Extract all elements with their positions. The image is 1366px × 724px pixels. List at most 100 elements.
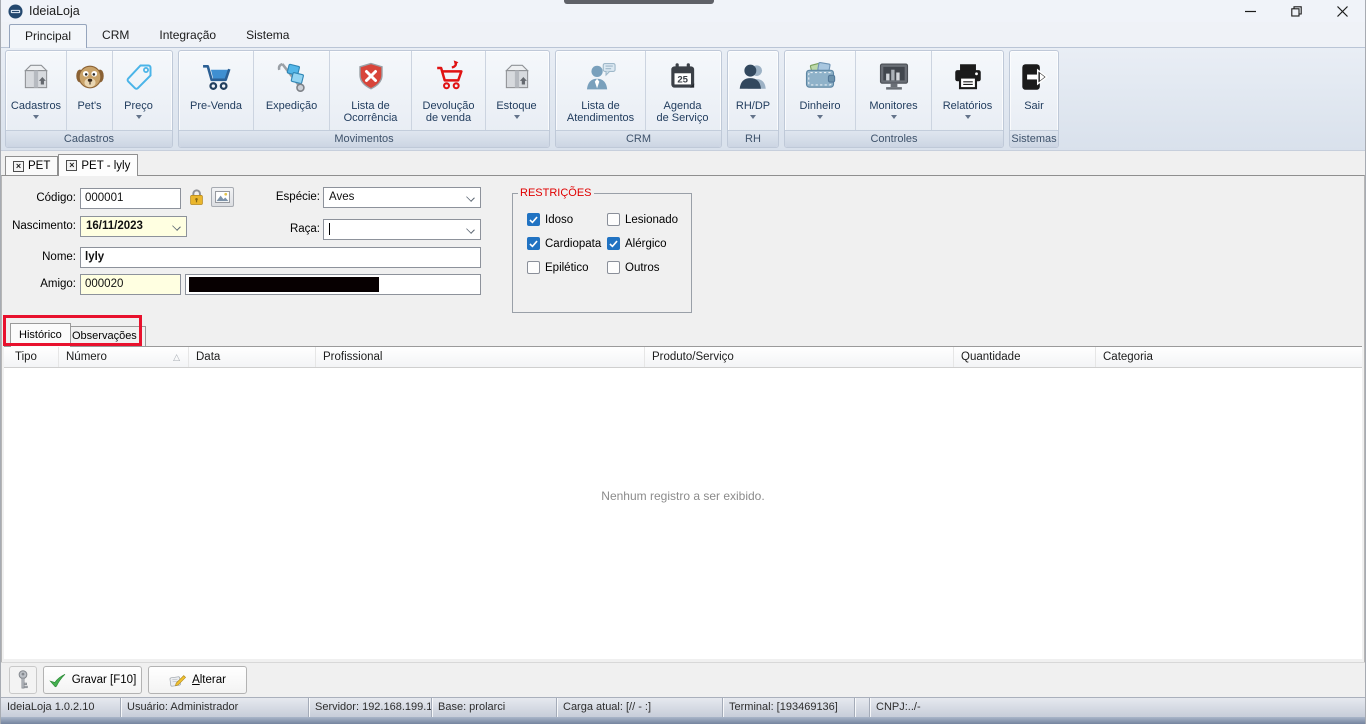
checkbox-box[interactable] <box>527 261 540 274</box>
alterar-button[interactable]: Alterar <box>148 666 247 694</box>
checkbox-box[interactable] <box>527 213 540 226</box>
doc-tab-pet[interactable]: × PET <box>5 156 58 175</box>
amigo-label: Amigo: <box>6 278 76 290</box>
column-header-produto-servico[interactable]: Produto/Serviço <box>645 347 954 367</box>
column-header-numero[interactable]: Número △ <box>59 347 189 367</box>
ribbon-group-label: Controles <box>785 130 1003 147</box>
ribbon-item-pre-venda[interactable]: Pre-Venda <box>179 51 253 130</box>
shield-x-icon <box>355 56 387 98</box>
shopping-cart-icon <box>198 56 234 98</box>
dropdown-arrow-icon <box>136 115 142 119</box>
status-terminal: Terminal: [193469136] <box>723 698 855 717</box>
monitor-chart-icon <box>876 56 912 98</box>
checkbox-epiletico[interactable]: Epilético <box>527 261 588 274</box>
ribbon-group-label: CRM <box>556 130 721 147</box>
status-spacer <box>855 698 870 717</box>
ribbon-group-cadastros: Cadastros Pet's Preço Cadastro <box>5 50 173 148</box>
dropdown-arrow-icon <box>750 115 756 119</box>
pet-form-page: Código: 000001 Nascimento: 16/11/2023 No… <box>1 175 1365 662</box>
hand-truck-icon <box>274 56 310 98</box>
ribbon-item-sair[interactable]: Sair <box>1010 51 1058 130</box>
ribbon-tab-crm[interactable]: CRM <box>87 24 144 47</box>
raca-label: Raça: <box>248 223 320 235</box>
ribbon-group-label: RH <box>728 130 778 147</box>
ribbon-item-pets[interactable]: Pet's <box>66 51 112 130</box>
nascimento-datepicker[interactable]: 16/11/2023 <box>80 216 187 237</box>
ribbon-item-dinheiro[interactable]: Dinheiro <box>785 51 855 130</box>
historico-grid: Tipo Número △ Data Profissional Produto/… <box>4 346 1362 659</box>
nome-input[interactable]: lyly <box>80 247 481 268</box>
checkbox-box[interactable] <box>607 237 620 250</box>
subtab-observacoes[interactable]: Observações <box>63 326 146 346</box>
ribbon-item-cadastros[interactable]: Cadastros <box>6 51 66 130</box>
ribbon-item-lista-de-ocorrencia[interactable]: Lista de Ocorrência <box>329 51 411 130</box>
gravar-button[interactable]: Gravar [F10] <box>43 666 142 694</box>
ribbon-item-lista-de-atendimentos[interactable]: Lista de Atendimentos <box>556 51 645 130</box>
subtab-historico[interactable]: Histórico <box>10 323 71 347</box>
column-header-categoria[interactable]: Categoria <box>1096 347 1362 367</box>
amigo-input[interactable]: 000020 <box>80 274 181 295</box>
grid-empty-message: Nenhum registro a ser exibido. <box>4 489 1362 503</box>
photo-button[interactable] <box>211 187 234 207</box>
check-icon <box>49 673 66 688</box>
status-cnpj: CNPJ:../- <box>870 698 1365 717</box>
ribbon-group-label: Movimentos <box>179 130 549 147</box>
return-cart-icon <box>431 56 467 98</box>
status-app-version: IdeiaLoja 1.0.2.10 <box>1 698 121 717</box>
package-icon <box>19 56 53 98</box>
column-header-tipo[interactable]: Tipo <box>8 347 59 367</box>
checkbox-cardiopata[interactable]: Cardiopata <box>527 237 601 250</box>
ribbon: Cadastros Pet's Preço Cadastro <box>1 47 1365 151</box>
status-base: Base: prolarci <box>432 698 557 717</box>
document-tab-strip: × PET × PET - lyly <box>1 151 1365 175</box>
ribbon-item-agenda-de-servico[interactable]: 25 Agenda de Serviço <box>645 51 719 130</box>
ribbon-item-rh-dp[interactable]: RH/DP <box>728 51 778 130</box>
checkbox-idoso[interactable]: Idoso <box>527 213 573 226</box>
doc-tab-pet-lyly[interactable]: × PET - lyly <box>58 154 138 176</box>
lock-icon[interactable] <box>186 186 207 214</box>
ribbon-tab-principal[interactable]: Principal <box>9 24 87 48</box>
ribbon-item-monitores[interactable]: Monitores <box>855 51 931 130</box>
calendar-25-icon: 25 <box>666 56 700 98</box>
checkbox-lesionado[interactable]: Lesionado <box>607 213 678 226</box>
close-button[interactable] <box>1319 0 1365 22</box>
column-header-quantidade[interactable]: Quantidade <box>954 347 1096 367</box>
especie-combobox[interactable]: Aves <box>323 187 481 208</box>
grid-header: Tipo Número △ Data Profissional Produto/… <box>4 347 1362 368</box>
checkbox-box[interactable] <box>607 213 620 226</box>
ribbon-tab-integracao[interactable]: Integração <box>144 24 231 47</box>
image-icon <box>215 191 230 203</box>
checkbox-alergico[interactable]: Alérgico <box>607 237 667 250</box>
column-header-data[interactable]: Data <box>189 347 316 367</box>
amigo-linked-input[interactable] <box>185 274 481 295</box>
key-icon <box>16 670 30 690</box>
ribbon-item-estoque[interactable]: Estoque <box>485 51 547 130</box>
ribbon-item-relatorios[interactable]: Relatórios <box>931 51 1003 130</box>
ribbon-item-expedicao[interactable]: Expedição <box>253 51 329 130</box>
column-header-profissional[interactable]: Profissional <box>316 347 645 367</box>
tab-close-icon[interactable]: × <box>13 161 24 172</box>
minimize-button[interactable] <box>1227 0 1273 22</box>
person-chat-icon <box>583 56 619 98</box>
ribbon-tab-sistema[interactable]: Sistema <box>231 24 304 47</box>
chevron-down-icon <box>172 222 181 231</box>
restricoes-group: RESTRIÇÕES Idoso Lesionado Cardiopata Al… <box>512 187 692 313</box>
tab-close-icon[interactable]: × <box>66 160 77 171</box>
status-servidor: Servidor: 192.168.199.1 <box>309 698 432 717</box>
ribbon-item-devolucao-de-venda[interactable]: Devolução de venda <box>411 51 485 130</box>
edit-note-icon <box>169 673 186 688</box>
dog-icon <box>73 56 107 98</box>
dropdown-arrow-icon <box>965 115 971 119</box>
codigo-input[interactable]: 000001 <box>80 188 181 209</box>
price-tag-icon <box>123 56 155 98</box>
ribbon-item-preco[interactable]: Preço <box>112 51 164 130</box>
app-icon <box>8 4 23 19</box>
checkbox-outros[interactable]: Outros <box>607 261 660 274</box>
raca-combobox[interactable] <box>323 219 481 240</box>
restore-button[interactable] <box>1273 0 1319 22</box>
permissions-key-button[interactable] <box>9 666 37 694</box>
checkbox-box[interactable] <box>607 261 620 274</box>
ribbon-group-label: Sistemas <box>1010 130 1058 147</box>
sort-ascending-icon: △ <box>173 352 180 363</box>
checkbox-box[interactable] <box>527 237 540 250</box>
